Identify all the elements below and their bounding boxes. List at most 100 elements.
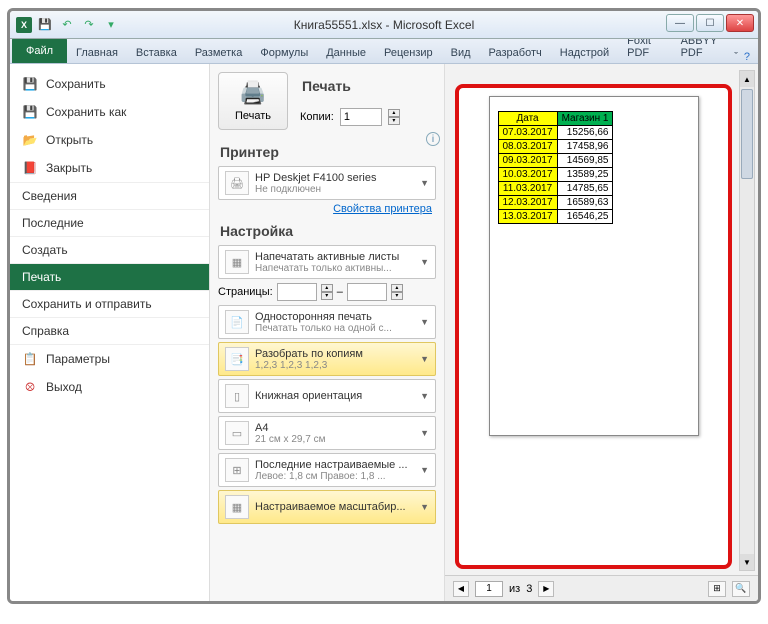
page-number-input[interactable] <box>475 581 503 597</box>
scale-icon: ▦ <box>225 495 249 519</box>
table-row: 11.03.201714785,65 <box>498 182 613 196</box>
ribbon-minimize-icon[interactable]: ˇ <box>734 51 738 63</box>
copies-up[interactable]: ▴ <box>388 109 400 117</box>
col-header-date: Дата <box>498 112 557 126</box>
scroll-down-icon[interactable]: ▼ <box>740 554 754 570</box>
window-title: Книга55551.xlsx - Microsoft Excel <box>10 18 758 32</box>
help-icon[interactable]: ? <box>744 51 750 63</box>
preview-page: ДатаМагазин 1 07.03.201715256,6608.03.20… <box>489 96 699 436</box>
sidebar-help[interactable]: Справка <box>10 318 209 345</box>
sidebar-save-send[interactable]: Сохранить и отправить <box>10 291 209 318</box>
chevron-down-icon: ▼ <box>420 257 429 267</box>
collate-selector[interactable]: 📑 Разобрать по копиям1,2,3 1,2,3 1,2,3 ▼ <box>218 342 436 376</box>
paper-size-selector[interactable]: ▭ A421 см x 29,7 см ▼ <box>218 416 436 450</box>
settings-header: Настройка <box>220 223 436 239</box>
app-window: X 💾 ↶ ↷ ▾ Книга55551.xlsx - Microsoft Ex… <box>7 8 761 604</box>
chevron-down-icon: ▼ <box>420 391 429 401</box>
titlebar: X 💾 ↶ ↷ ▾ Книга55551.xlsx - Microsoft Ex… <box>10 11 758 39</box>
tab-Рецензир[interactable]: Рецензир <box>375 43 442 63</box>
printer-icon: 🖨️ <box>239 80 266 106</box>
sidebar-save[interactable]: 💾Сохранить <box>10 70 209 98</box>
table-row: 10.03.201713589,25 <box>498 168 613 182</box>
col-header-store: Магазин 1 <box>557 112 613 126</box>
print-button[interactable]: 🖨️ Печать <box>218 72 288 130</box>
paper-icon: ▭ <box>225 421 249 445</box>
close-button[interactable]: ✕ <box>726 14 754 32</box>
sidebar-exit[interactable]: ⮾Выход <box>10 373 209 401</box>
open-icon: 📂 <box>22 132 38 148</box>
sidebar-options[interactable]: 📋Параметры <box>10 345 209 373</box>
pages-from-input[interactable] <box>277 283 317 301</box>
print-settings-panel: 🖨️ Печать Печать Копии: ▴▾ i Принтер 🖨 H… <box>210 64 445 601</box>
scroll-up-icon[interactable]: ▲ <box>740 71 754 87</box>
sidebar-open[interactable]: 📂Открыть <box>10 126 209 154</box>
sidebar-print[interactable]: Печать <box>10 264 209 291</box>
info-icon[interactable]: i <box>426 132 440 146</box>
chevron-down-icon: ▼ <box>420 354 429 364</box>
qat-dropdown-icon[interactable]: ▾ <box>102 16 120 34</box>
table-row: 08.03.201717458,96 <box>498 140 613 154</box>
table-row: 13.03.201716546,25 <box>498 210 613 224</box>
printer-properties-link[interactable]: Свойства принтера <box>222 203 432 215</box>
save-icon[interactable]: 💾 <box>36 16 54 34</box>
undo-icon[interactable]: ↶ <box>58 16 76 34</box>
tab-Вставка[interactable]: Вставка <box>127 43 186 63</box>
margins-selector[interactable]: ⊞ Последние настраиваемые ...Левое: 1,8 … <box>218 453 436 487</box>
scrollbar-thumb[interactable] <box>741 89 753 179</box>
table-row: 09.03.201714569,85 <box>498 154 613 168</box>
redo-icon[interactable]: ↷ <box>80 16 98 34</box>
print-what-selector[interactable]: ▦ Напечатать активные листыНапечатать то… <box>218 245 436 279</box>
sides-selector[interactable]: 📄 Односторонняя печатьПечатать только на… <box>218 305 436 339</box>
maximize-button[interactable]: ☐ <box>696 14 724 32</box>
excel-icon: X <box>16 17 32 33</box>
zoom-to-page-icon[interactable]: 🔍 <box>732 581 750 597</box>
table-row: 12.03.201716589,63 <box>498 196 613 210</box>
show-margins-icon[interactable]: ⊞ <box>708 581 726 597</box>
save-as-icon: 💾 <box>22 104 38 120</box>
tab-file[interactable]: Файл <box>12 38 67 63</box>
close-icon: 📕 <box>22 160 38 176</box>
backstage: 💾Сохранить 💾Сохранить как 📂Открыть 📕Закр… <box>10 64 758 601</box>
pages-to-input[interactable] <box>347 283 387 301</box>
preview-table: ДатаМагазин 1 07.03.201715256,6608.03.20… <box>498 111 614 224</box>
orientation-selector[interactable]: ▯ Книжная ориентация ▼ <box>218 379 436 413</box>
page-total: 3 <box>526 583 532 595</box>
scaling-selector[interactable]: ▦ Настраиваемое масштабир... ▼ <box>218 490 436 524</box>
page-prev-button[interactable]: ◀ <box>453 581 469 597</box>
tab-Разработч[interactable]: Разработч <box>480 43 551 63</box>
chevron-down-icon: ▼ <box>420 502 429 512</box>
vertical-scrollbar[interactable]: ▲ ▼ <box>739 70 755 571</box>
options-icon: 📋 <box>22 351 38 367</box>
sheets-icon: ▦ <box>225 250 249 274</box>
tab-Формулы[interactable]: Формулы <box>251 43 317 63</box>
tab-Данные[interactable]: Данные <box>317 43 375 63</box>
sidebar-recent[interactable]: Последние <box>10 210 209 237</box>
copies-label: Копии: <box>300 111 334 123</box>
portrait-icon: ▯ <box>225 384 249 408</box>
preview-footer: ◀ из 3 ▶ ⊞ 🔍 <box>445 575 758 601</box>
copies-down[interactable]: ▾ <box>388 117 400 125</box>
tab-Надстрой[interactable]: Надстрой <box>551 43 618 63</box>
pages-label: Страницы: <box>218 286 273 298</box>
sidebar-info[interactable]: Сведения <box>10 183 209 210</box>
chevron-down-icon: ▼ <box>420 428 429 438</box>
chevron-down-icon: ▼ <box>420 178 429 188</box>
exit-icon: ⮾ <box>22 379 38 395</box>
tab-Разметка[interactable]: Разметка <box>186 43 252 63</box>
printer-header: Принтер <box>220 144 436 160</box>
table-row: 07.03.201715256,66 <box>498 126 613 140</box>
quick-access-toolbar: X 💾 ↶ ↷ ▾ <box>10 16 120 34</box>
backstage-sidebar: 💾Сохранить 💾Сохранить как 📂Открыть 📕Закр… <box>10 64 210 601</box>
minimize-button[interactable]: — <box>666 14 694 32</box>
margins-icon: ⊞ <box>225 458 249 482</box>
tab-Главная[interactable]: Главная <box>67 43 127 63</box>
sidebar-new[interactable]: Создать <box>10 237 209 264</box>
page-next-button[interactable]: ▶ <box>538 581 554 597</box>
print-header: Печать <box>302 78 400 94</box>
copies-input[interactable] <box>340 108 382 126</box>
sidebar-save-as[interactable]: 💾Сохранить как <box>10 98 209 126</box>
tab-Вид[interactable]: Вид <box>442 43 480 63</box>
printer-selector[interactable]: 🖨 HP Deskjet F4100 seriesНе подключен ▼ <box>218 166 436 200</box>
sidebar-close[interactable]: 📕Закрыть <box>10 154 209 183</box>
printer-device-icon: 🖨 <box>225 171 249 195</box>
